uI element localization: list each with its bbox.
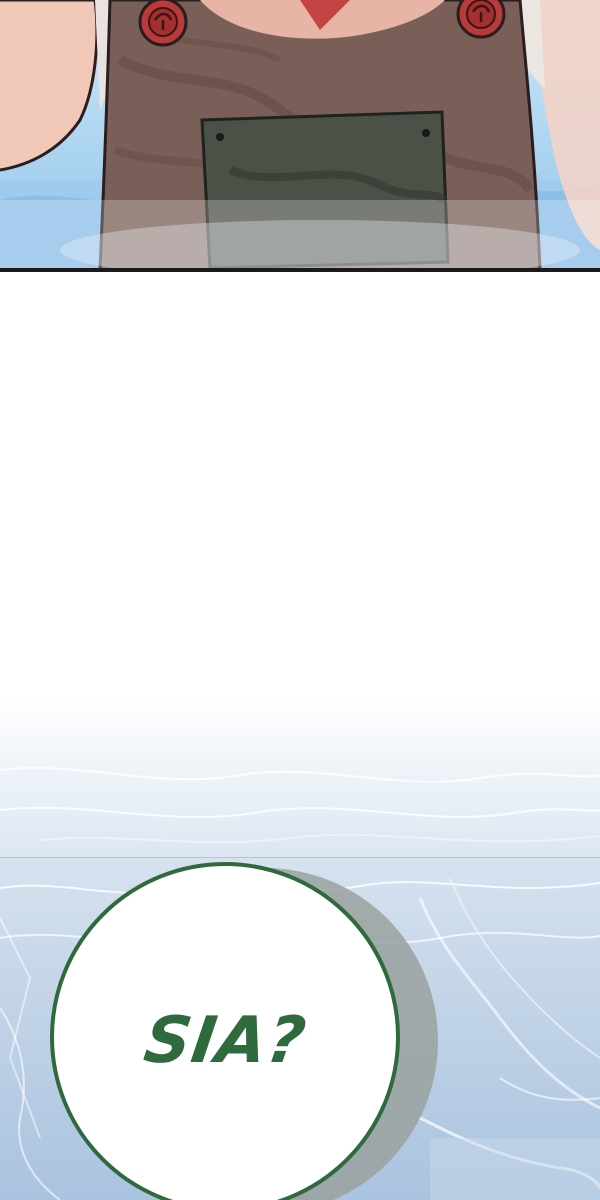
fade-transition (0, 700, 600, 860)
left-arm (0, 0, 97, 170)
character-illustration (0, 0, 600, 270)
top-panel (0, 0, 600, 270)
comic-page: SIA? (0, 0, 600, 1200)
right-button (456, 0, 506, 39)
panel-gutter (0, 272, 600, 712)
speech-bubble-text: SIA? (139, 1004, 311, 1078)
speech-bubble: SIA? (50, 862, 400, 1200)
left-button (138, 0, 188, 47)
